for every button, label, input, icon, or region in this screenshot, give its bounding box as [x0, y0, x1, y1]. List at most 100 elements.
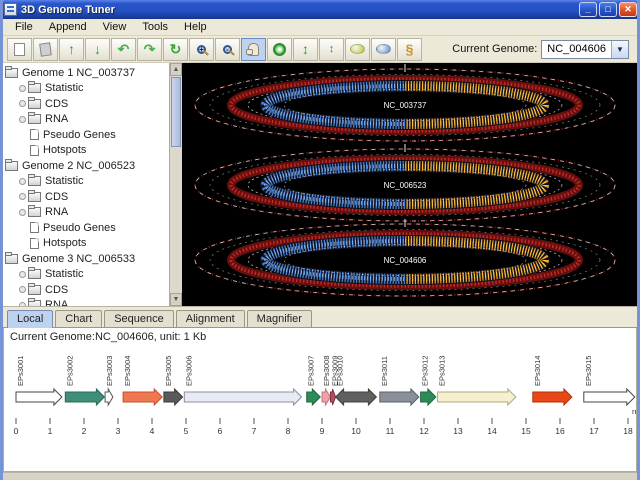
file-icon: [30, 222, 39, 234]
expand-handle-icon[interactable]: [19, 115, 26, 123]
genome-rings-canvas[interactable]: NC_003737 NC_006523 NC_004606: [182, 63, 628, 306]
gene-arrow-EPs3016[interactable]: [637, 389, 638, 405]
maximize-button[interactable]: □: [599, 2, 617, 17]
expand-handle-icon[interactable]: [19, 270, 26, 278]
gene-arrow-EPs3008[interactable]: [321, 387, 332, 407]
genome-ring[interactable]: NC_006523: [194, 144, 616, 222]
menu-item-file[interactable]: File: [7, 20, 41, 34]
tree-node-genome-3[interactable]: Genome 3 NC_006533: [5, 251, 169, 267]
undo-button[interactable]: ↶: [111, 37, 136, 61]
tree-node-statistic[interactable]: Statistic: [5, 81, 169, 97]
arrow-down-button[interactable]: ↓: [85, 37, 110, 61]
arrow-up-button[interactable]: ↑: [59, 37, 84, 61]
tree-node-statistic[interactable]: Statistic: [5, 267, 169, 283]
menu-item-append[interactable]: Append: [41, 20, 95, 34]
ruler-number: 16: [555, 426, 565, 436]
tree-node-label: Hotspots: [43, 237, 87, 250]
zoom-out-button[interactable]: -: [215, 37, 240, 61]
close-button[interactable]: ✕: [619, 2, 637, 17]
genome-tree[interactable]: Genome 1 NC_003737 Statistic CDS RNA Pseudo …: [3, 63, 169, 306]
expand-handle-icon[interactable]: [19, 100, 26, 108]
tree-node-hotspots[interactable]: Hotspots: [5, 143, 169, 159]
target-button[interactable]: [267, 37, 292, 61]
ruler-number: 10: [351, 426, 361, 436]
gene-arrow-EPs3010[interactable]: [334, 387, 378, 407]
gene-arrow-EPs3009[interactable]: [330, 388, 337, 406]
current-genome-value: NC_004606: [547, 42, 606, 55]
tree-node-pseudo-genes[interactable]: Pseudo Genes: [5, 220, 169, 236]
tab-chart[interactable]: Chart: [55, 310, 103, 327]
tree-node-label: Hotspots: [43, 144, 87, 157]
scroll-down-icon[interactable]: ▼: [170, 293, 182, 306]
gene-arrow-EPs3004[interactable]: [122, 387, 163, 407]
scrollbar-track[interactable]: [170, 148, 182, 293]
ruler-number: 4: [150, 426, 155, 436]
expand-handle-icon[interactable]: [19, 208, 26, 216]
gene-arrow-EPs3015[interactable]: [583, 387, 636, 407]
ruler-number: 17: [589, 426, 599, 436]
bottom-tab-bar: Local Chart Sequence Alignment Magnifier: [3, 307, 637, 328]
tab-local[interactable]: Local: [7, 310, 54, 328]
tree-node-rna[interactable]: RNA: [5, 205, 169, 221]
balloon-button[interactable]: [371, 37, 396, 61]
genome-ring[interactable]: NC_004606: [194, 219, 616, 297]
fit-vertical-button[interactable]: ↕: [319, 37, 344, 61]
expand-handle-icon[interactable]: [19, 286, 26, 294]
gene-arrow-EPs3001[interactable]: [15, 387, 63, 407]
gene-arrow-EPs3013[interactable]: [437, 387, 517, 407]
gene-arrow-EPs3002[interactable]: [64, 387, 106, 407]
gene-arrow-EPs3012[interactable]: [420, 387, 437, 407]
snapshot-button[interactable]: [33, 37, 58, 61]
menu-item-tools[interactable]: Tools: [134, 20, 176, 34]
tree-node-statistic[interactable]: Statistic: [5, 174, 169, 190]
tree-scrollbar[interactable]: ▲ ▼: [169, 63, 182, 306]
expand-handle-icon[interactable]: [19, 84, 26, 92]
expand-handle-icon[interactable]: [19, 301, 26, 306]
globe-3d-button[interactable]: [345, 37, 370, 61]
tab-sequence[interactable]: Sequence: [104, 310, 174, 327]
tab-magnifier[interactable]: Magnifier: [246, 310, 312, 327]
chevron-down-icon[interactable]: ▼: [611, 40, 628, 58]
title-bar[interactable]: 3D Genome Tuner _ □ ✕: [3, 0, 637, 19]
hand-tool-button[interactable]: [241, 37, 266, 61]
tree-node-rna[interactable]: RNA: [5, 298, 169, 306]
scrollbar-thumb[interactable]: [171, 77, 181, 147]
folder-icon: [28, 282, 41, 295]
app-window: 3D Genome Tuner _ □ ✕ File Append View Tool…: [0, 0, 640, 480]
redo-button[interactable]: ↷: [137, 37, 162, 61]
expand-handle-icon[interactable]: [19, 193, 26, 201]
arrow-up-icon: ↑: [68, 41, 75, 57]
zoom-in-button[interactable]: +: [189, 37, 214, 61]
scroll-up-icon[interactable]: ▲: [170, 63, 182, 76]
zoom-out-icon: -: [223, 44, 232, 54]
gene-track[interactable]: EPs3001 EPs3002 EPs3003 EPs3004 EPs3005 EPs30…: [4, 344, 637, 446]
genome-3d-viewer[interactable]: NC_003737 NC_006523 NC_004606: [182, 63, 637, 306]
tree-node-cds[interactable]: CDS: [5, 189, 169, 205]
expand-handle-icon[interactable]: [19, 177, 26, 185]
fit-vertical-icon: ↕: [328, 42, 335, 55]
tree-node-pseudo-genes[interactable]: Pseudo Genes: [5, 127, 169, 143]
tree-node-hotspots[interactable]: Hotspots: [5, 236, 169, 252]
helix-button[interactable]: §: [397, 37, 422, 61]
menu-item-view[interactable]: View: [95, 20, 135, 34]
tree-node-rna[interactable]: RNA: [5, 112, 169, 128]
gene-arrow-EPs3011[interactable]: [379, 387, 420, 407]
refresh-button[interactable]: ↻: [163, 37, 188, 61]
minimize-button[interactable]: _: [579, 2, 597, 17]
gene-arrow-EPs3006[interactable]: [183, 387, 303, 407]
gene-edge-label: rr: [632, 407, 637, 416]
menu-item-help[interactable]: Help: [176, 20, 215, 34]
tree-node-cds[interactable]: CDS: [5, 282, 169, 298]
gene-arrow-EPs3014[interactable]: [532, 387, 573, 407]
gene-arrow-EPs3007[interactable]: [306, 387, 322, 407]
tree-node-cds[interactable]: CDS: [5, 96, 169, 112]
tree-node-genome-1[interactable]: Genome 1 NC_003737: [5, 65, 169, 81]
tree-node-genome-2[interactable]: Genome 2 NC_006523: [5, 158, 169, 174]
current-genome-combobox[interactable]: NC_004606 ▼: [541, 39, 629, 59]
gene-arrow-EPs3005[interactable]: [163, 387, 184, 407]
tab-alignment[interactable]: Alignment: [175, 310, 245, 327]
genome-ring[interactable]: NC_003737: [194, 64, 616, 142]
gene-arrow-EPs3003[interactable]: [104, 387, 114, 407]
expand-vertical-button[interactable]: ↕: [293, 37, 318, 61]
new-file-button[interactable]: [7, 37, 32, 61]
